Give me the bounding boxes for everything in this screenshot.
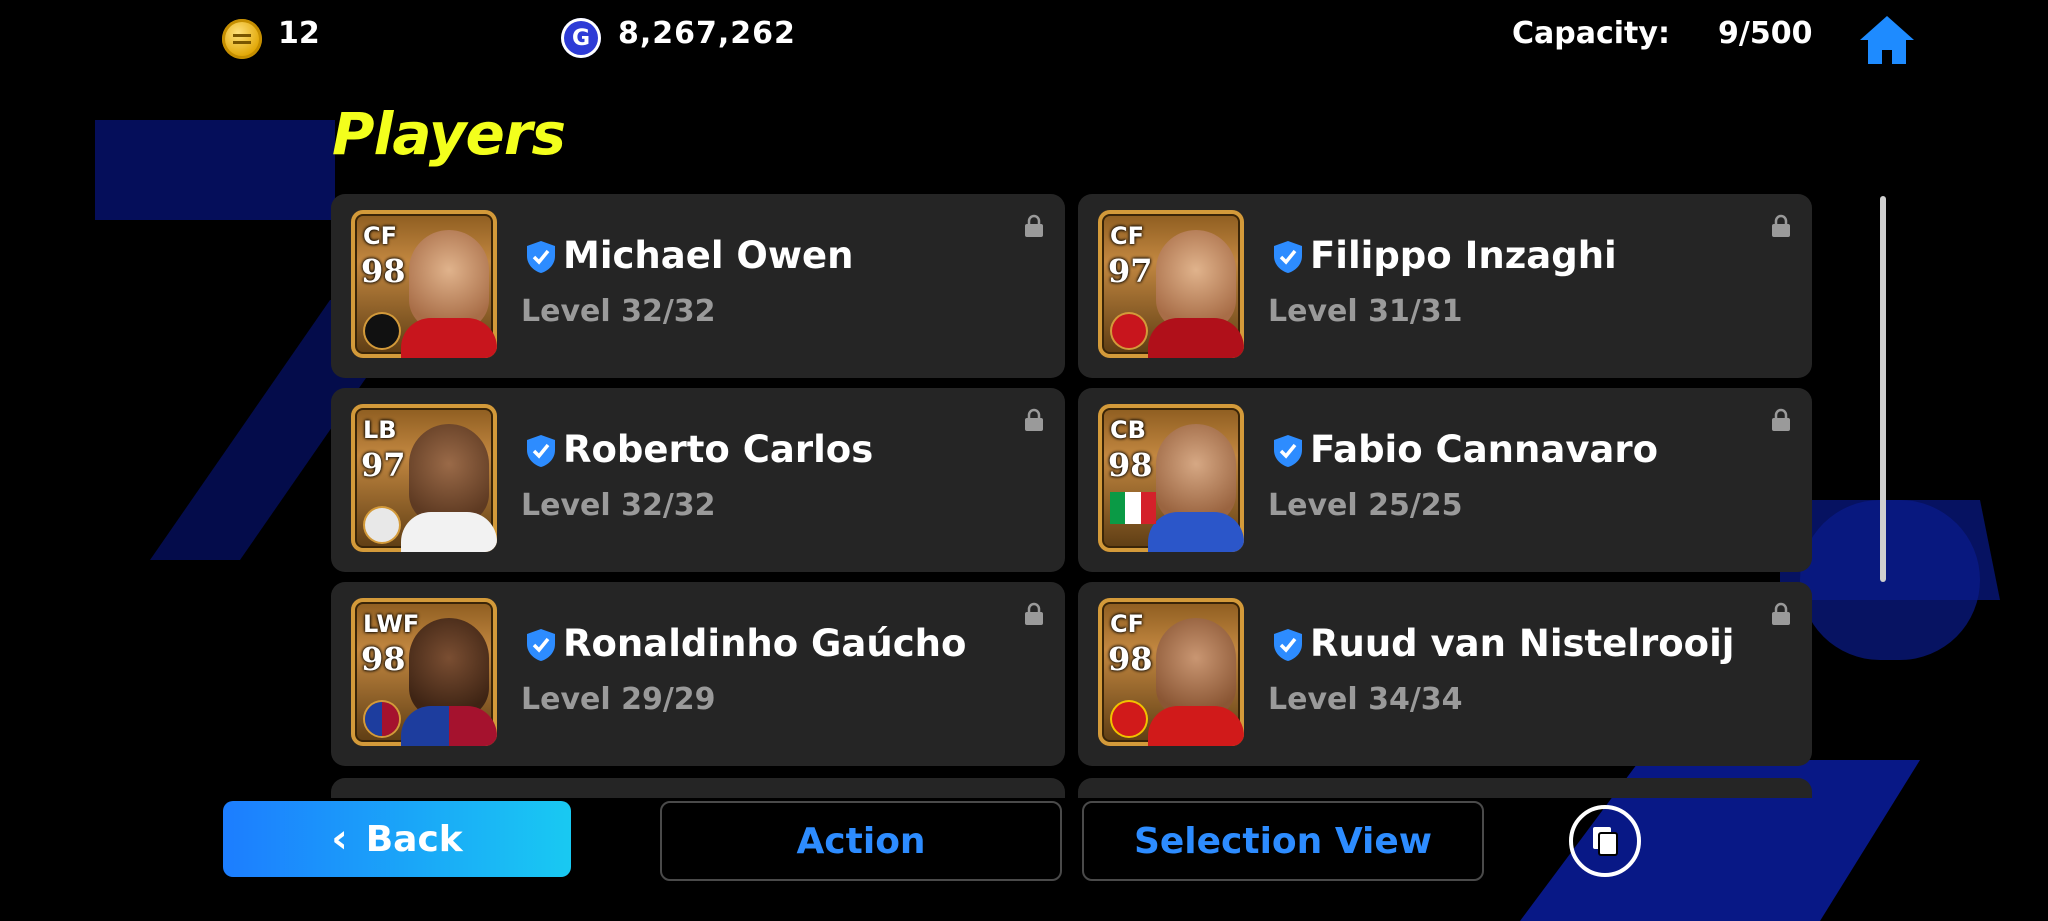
player-portrait (1156, 424, 1236, 524)
player-shirt (401, 512, 497, 552)
lock-icon[interactable] (1770, 408, 1792, 432)
player-shirt (401, 318, 497, 358)
player-shirt (401, 706, 497, 746)
player-thumbnail: CF 97 (1098, 210, 1244, 358)
capacity-value: 9/500 (1718, 16, 1813, 51)
club-badge-icon (1112, 314, 1146, 348)
chevron-left-icon: ‹ (331, 816, 348, 862)
player-level: Level 25/25 (1268, 488, 1463, 523)
capacity-label: Capacity: (1512, 16, 1670, 51)
player-thumbnail: LWF 98 (351, 598, 497, 746)
home-icon[interactable] (1858, 14, 1916, 66)
page-title: Players (332, 100, 566, 168)
player-shirt (1148, 512, 1244, 552)
player-card[interactable]: CF 97 Filippo Inzaghi Level 31/31 (1078, 194, 1812, 378)
player-card-partial[interactable] (1078, 778, 1812, 798)
player-name: Roberto Carlos (563, 428, 874, 471)
lock-icon[interactable] (1770, 602, 1792, 626)
player-shirt (1148, 706, 1244, 746)
player-portrait (1156, 618, 1236, 718)
player-rating: 98 (361, 640, 406, 678)
player-name: Michael Owen (563, 234, 854, 277)
player-card[interactable]: CB 98 Fabio Cannavaro Level 25/25 (1078, 388, 1812, 572)
efootball-coin-icon (222, 19, 262, 59)
selection-view-label: Selection View (1133, 820, 1433, 862)
player-shirt (1148, 318, 1244, 358)
player-level: Level 34/34 (1268, 682, 1463, 717)
verified-shield-icon (1274, 241, 1302, 273)
club-badge-icon (365, 702, 399, 736)
verified-shield-icon (1274, 435, 1302, 467)
verified-shield-icon (527, 435, 555, 467)
club-badge-icon (365, 508, 399, 542)
player-rating: 98 (361, 252, 406, 290)
player-card[interactable]: CF 98 Michael Owen Level 32/32 (331, 194, 1065, 378)
selection-view-button[interactable]: Selection View (1082, 801, 1484, 881)
player-level: Level 31/31 (1268, 294, 1463, 329)
italy-flag-icon (1110, 492, 1156, 524)
top-bar: 12 G 8,267,262 Capacity: 9/500 (0, 0, 2048, 70)
player-level: Level 32/32 (521, 294, 716, 329)
player-position: CF (1110, 610, 1145, 638)
copy-glyph (1593, 827, 1618, 856)
lock-icon[interactable] (1023, 214, 1045, 238)
player-portrait (409, 230, 489, 330)
verified-shield-icon (527, 241, 555, 273)
back-button[interactable]: ‹ Back (223, 801, 571, 877)
player-card[interactable]: CF 98 Ruud van Nistelrooij Level 34/34 (1078, 582, 1812, 766)
player-thumbnail: CF 98 (351, 210, 497, 358)
player-card[interactable]: LB 97 Roberto Carlos Level 32/32 (331, 388, 1065, 572)
player-level: Level 32/32 (521, 488, 716, 523)
verified-shield-icon (1274, 629, 1302, 661)
player-position: LWF (363, 610, 420, 638)
player-level: Level 29/29 (521, 682, 716, 717)
player-name: Ruud van Nistelrooij (1310, 622, 1735, 665)
player-rating: 98 (1108, 446, 1153, 484)
club-badge-icon (1112, 702, 1146, 736)
coin-balance: 12 (278, 16, 320, 51)
lock-icon[interactable] (1023, 408, 1045, 432)
scrollbar[interactable] (1880, 196, 1886, 582)
player-card-partial[interactable] (331, 778, 1065, 798)
player-position: CB (1110, 416, 1146, 444)
player-position: CF (363, 222, 398, 250)
gp-balance: 8,267,262 (618, 16, 796, 51)
player-position: CF (1110, 222, 1145, 250)
player-name: Ronaldinho Gaúcho (563, 622, 967, 665)
player-portrait (1156, 230, 1236, 330)
player-portrait (409, 618, 489, 718)
lock-icon[interactable] (1023, 602, 1045, 626)
verified-shield-icon (527, 629, 555, 661)
player-rating: 98 (1108, 640, 1153, 678)
player-thumbnail: CB 98 (1098, 404, 1244, 552)
copy-icon[interactable] (1569, 805, 1641, 877)
player-position: LB (363, 416, 397, 444)
player-name: Filippo Inzaghi (1310, 234, 1617, 277)
action-label: Action (796, 820, 926, 862)
gp-icon: G (561, 18, 601, 58)
player-thumbnail: CF 98 (1098, 598, 1244, 746)
player-card[interactable]: LWF 98 Ronaldinho Gaúcho Level 29/29 (331, 582, 1065, 766)
player-thumbnail: LB 97 (351, 404, 497, 552)
player-portrait (409, 424, 489, 524)
player-rating: 97 (361, 446, 406, 484)
lock-icon[interactable] (1770, 214, 1792, 238)
action-button[interactable]: Action (660, 801, 1062, 881)
back-label: Back (365, 818, 463, 860)
player-rating: 97 (1108, 252, 1153, 290)
player-name: Fabio Cannavaro (1310, 428, 1659, 471)
club-badge-icon (365, 314, 399, 348)
